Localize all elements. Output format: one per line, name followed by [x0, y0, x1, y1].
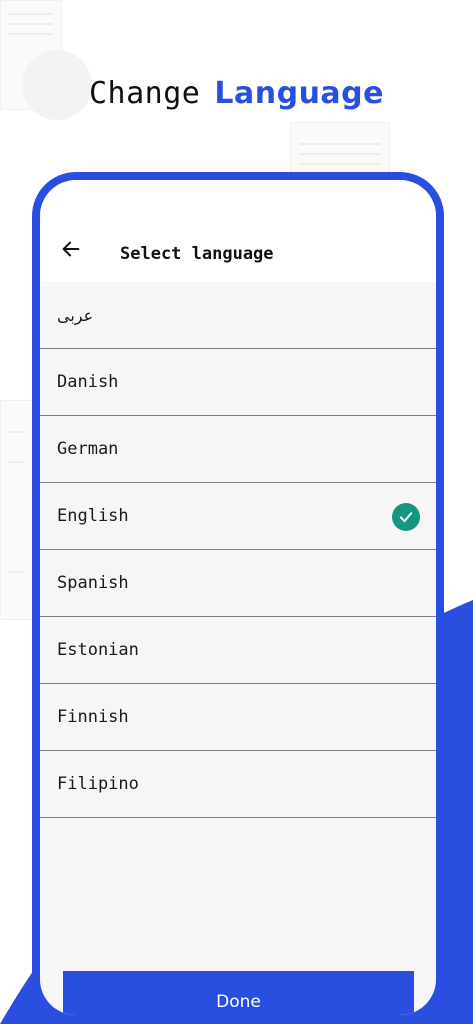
language-item-estonian[interactable]: Estonian: [40, 617, 436, 684]
language-label: عربی: [57, 305, 94, 325]
language-item-german[interactable]: German: [40, 416, 436, 483]
language-label: Finnish: [57, 707, 129, 727]
page-headline: Change Language: [0, 76, 473, 111]
screen-title: Select language: [120, 244, 274, 264]
language-label: German: [57, 439, 119, 459]
language-item-danish[interactable]: Danish: [40, 349, 436, 416]
background-receipt-side: [0, 400, 34, 620]
top-bar: Select language: [40, 180, 436, 282]
language-label: English: [57, 506, 129, 526]
done-button[interactable]: Done: [63, 971, 414, 1015]
check-circle-icon: [392, 503, 420, 531]
arrow-left-icon: [62, 241, 80, 257]
phone-screen: Select language عربی Danish German Engli…: [40, 180, 436, 1015]
language-item-english[interactable]: English: [40, 483, 436, 550]
headline-word-language: Language: [214, 76, 384, 111]
language-label: Filipino: [57, 774, 139, 794]
headline-word-change: Change: [89, 76, 201, 111]
language-label: Estonian: [57, 640, 139, 660]
language-item-finnish[interactable]: Finnish: [40, 684, 436, 751]
phone-frame: Select language عربی Danish German Engli…: [32, 172, 444, 1024]
language-label: Spanish: [57, 573, 129, 593]
language-item-filipino[interactable]: Filipino: [40, 751, 436, 818]
back-button[interactable]: [58, 236, 84, 262]
language-label: Danish: [57, 372, 119, 392]
language-item-spanish[interactable]: Spanish: [40, 550, 436, 617]
language-list: عربی Danish German English Spanish Eston…: [40, 282, 436, 1015]
language-item-arabic[interactable]: عربی: [40, 282, 436, 349]
